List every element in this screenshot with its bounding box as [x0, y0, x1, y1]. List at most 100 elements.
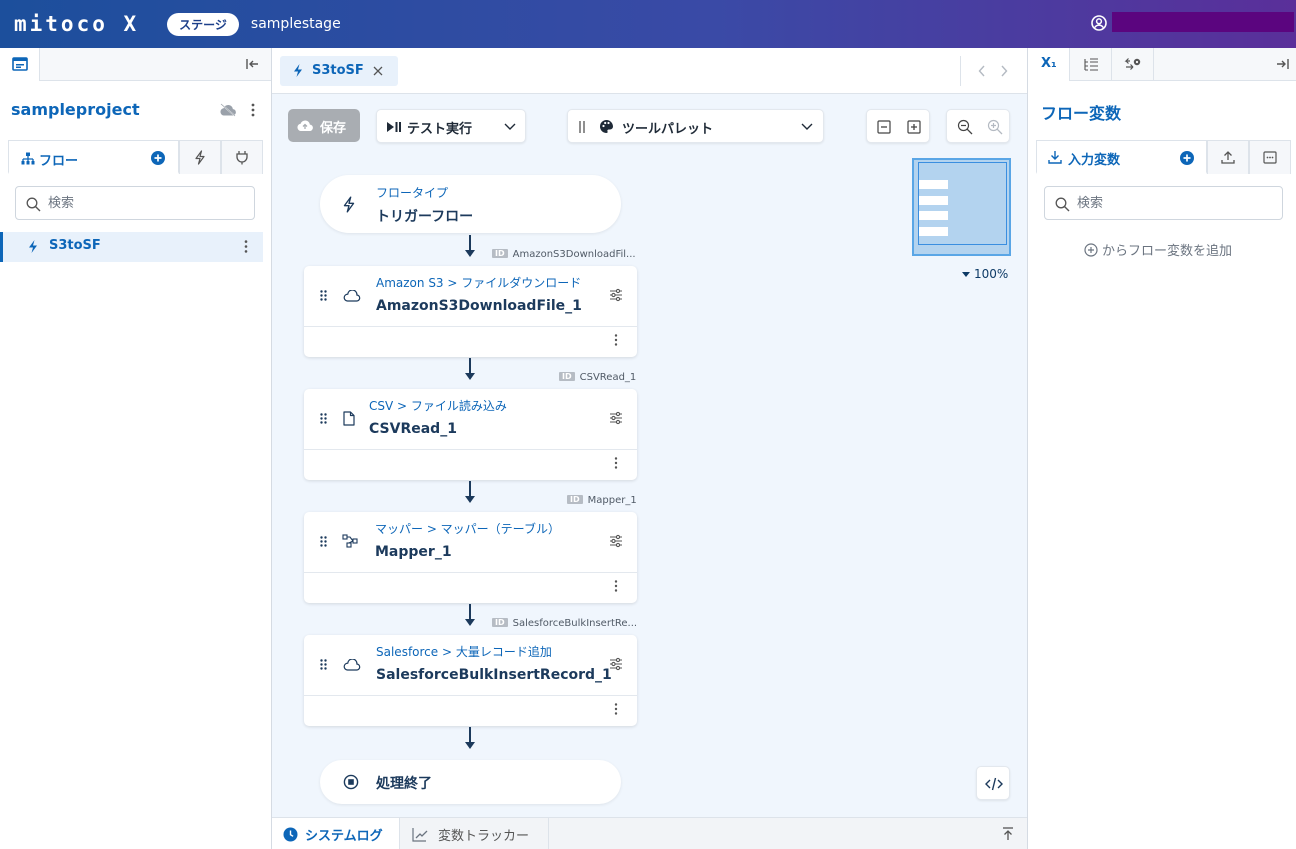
- node-settings-icon[interactable]: [609, 288, 623, 302]
- tab-other-variables[interactable]: [1249, 140, 1291, 174]
- node-menu-icon[interactable]: [614, 703, 618, 715]
- expand-all-icon[interactable]: [907, 120, 921, 134]
- editor-tab-s3tosf[interactable]: S3toSF: [280, 56, 398, 86]
- upload-icon: [1221, 150, 1235, 164]
- search-icon: [26, 197, 41, 212]
- end-node-title: 処理終了: [376, 776, 432, 792]
- flow-minimap[interactable]: [912, 158, 1011, 256]
- drag-grip-icon[interactable]: [320, 536, 327, 547]
- stage-badge: ステージ: [167, 12, 239, 36]
- flow-tree-icon: [21, 152, 35, 165]
- collapse-right-icon[interactable]: [1275, 58, 1289, 70]
- ellipsis-box-icon: [1263, 151, 1277, 164]
- node-menu-icon[interactable]: [614, 457, 618, 469]
- zoom-out-icon[interactable]: [957, 119, 973, 135]
- trigger-bolt-icon: [342, 196, 356, 213]
- tab-flow-variables[interactable]: X₁: [1028, 48, 1070, 81]
- chevron-down-icon[interactable]: [801, 123, 813, 131]
- flow-node-card[interactable]: Amazon S3 > ファイルダウンロード AmazonS3DownloadF…: [304, 266, 637, 357]
- project-menu-icon[interactable]: [251, 103, 255, 117]
- tabbar-divider: [960, 56, 961, 86]
- id-badge-icon: ID: [567, 495, 583, 504]
- add-flow-variable-link[interactable]: からフロー変数を追加: [1084, 240, 1232, 259]
- id-badge-icon: ID: [492, 249, 508, 258]
- tab-input-variables[interactable]: 入力変数: [1036, 140, 1207, 174]
- collapse-left-icon[interactable]: [246, 58, 260, 70]
- tab-connections[interactable]: [221, 140, 263, 174]
- flow-start-node[interactable]: フロータイプ トリガーフロー: [320, 175, 621, 233]
- tool-palette-button[interactable]: ツールパレット: [567, 109, 824, 143]
- app-logo[interactable]: mitoco X: [14, 12, 139, 36]
- tab-input-variables-label: 入力変数: [1068, 153, 1121, 168]
- chevron-down-icon[interactable]: [504, 123, 516, 131]
- flow-arrow: [465, 619, 475, 626]
- variable-search-box: [1044, 186, 1283, 220]
- zoom-level-dropdown[interactable]: 100%: [962, 267, 1008, 281]
- flow-end-node[interactable]: 処理終了: [320, 760, 621, 804]
- test-run-button[interactable]: テスト実行: [376, 109, 526, 143]
- add-input-variable-icon[interactable]: [1180, 151, 1194, 165]
- cloud-sync-icon[interactable]: [219, 103, 237, 117]
- drag-handle-icon[interactable]: [579, 121, 585, 133]
- drag-grip-icon[interactable]: [320, 290, 327, 301]
- tab-mapping[interactable]: [1112, 48, 1154, 81]
- flow-list-item[interactable]: S3toSF: [0, 232, 263, 262]
- project-explorer-tab[interactable]: [0, 48, 40, 81]
- tab-variable-tracker[interactable]: 変数トラッカー: [400, 818, 549, 849]
- node-id-label: ID CSVRead_1: [559, 372, 636, 383]
- node-subtitle: CSV > ファイル読み込み: [369, 399, 507, 413]
- cloud-icon: [343, 290, 361, 302]
- right-panel-tabbar: X₁: [1028, 48, 1296, 81]
- tab-flow[interactable]: フロー: [8, 140, 179, 174]
- tab-structure[interactable]: [1070, 48, 1112, 81]
- variable-search-input[interactable]: [1077, 187, 1274, 219]
- stage-name[interactable]: samplestage: [251, 16, 341, 32]
- flow-arrow: [465, 742, 475, 749]
- tab-system-log[interactable]: システムログ: [272, 818, 400, 849]
- flow-node-card[interactable]: CSV > ファイル読み込み CSVRead_1: [304, 389, 637, 480]
- stop-circle-icon: [343, 774, 359, 790]
- flow-connector: [469, 727, 471, 743]
- user-account-icon[interactable]: [1090, 14, 1108, 32]
- node-settings-icon[interactable]: [609, 411, 623, 425]
- collapse-all-icon[interactable]: [877, 120, 891, 134]
- minimap-viewport[interactable]: [918, 162, 1007, 245]
- tab-triggers[interactable]: [179, 140, 221, 174]
- tab-output-variables[interactable]: [1207, 140, 1249, 174]
- trigger-bolt-icon: [27, 239, 39, 254]
- code-view-button[interactable]: [976, 766, 1010, 800]
- flow-arrow: [465, 373, 475, 380]
- flow-node-card[interactable]: Salesforce > 大量レコード追加 SalesforceBulkInse…: [304, 635, 637, 726]
- tab-system-log-label: システムログ: [305, 829, 383, 844]
- zoom-in-icon[interactable]: [987, 119, 1003, 135]
- chevron-right-icon[interactable]: [1000, 65, 1008, 77]
- add-flow-icon[interactable]: [151, 151, 165, 165]
- flow-search-input[interactable]: [48, 187, 246, 219]
- flow-item-menu-icon[interactable]: [244, 240, 248, 253]
- close-tab-icon[interactable]: [373, 66, 383, 76]
- flow-connector: [469, 481, 471, 497]
- right-panel: X₁ フロー変数 入力変数 検索 からフロー変数を追加: [1027, 48, 1296, 849]
- palette-icon: [599, 119, 614, 134]
- user-name-redacted[interactable]: [1112, 12, 1294, 32]
- node-subtitle: マッパー > マッパー（テーブル）: [375, 522, 560, 536]
- flow-connector: [469, 235, 471, 251]
- node-settings-icon[interactable]: [609, 534, 623, 548]
- flow-node-card[interactable]: マッパー > マッパー（テーブル） Mapper_1: [304, 512, 637, 603]
- drag-grip-icon[interactable]: [320, 659, 327, 670]
- drag-grip-icon[interactable]: [320, 413, 327, 424]
- chevron-left-icon[interactable]: [978, 65, 986, 77]
- node-menu-icon[interactable]: [614, 580, 618, 592]
- start-node-title: トリガーフロー: [376, 209, 474, 225]
- node-settings-icon[interactable]: [609, 657, 623, 671]
- flow-editor: S3toSF 保存 テスト実行 ツールパレット 100% フロータイプ トリガー…: [272, 48, 1027, 849]
- expand-panel-icon[interactable]: [1002, 827, 1014, 841]
- editor-tabbar: S3toSF: [272, 48, 1027, 94]
- mapper-icon: [342, 534, 358, 548]
- flow-search-box: [15, 186, 255, 220]
- plug-icon: [235, 150, 249, 165]
- save-button[interactable]: 保存: [288, 109, 360, 142]
- zoom-level: 100%: [974, 267, 1009, 281]
- editor-tab-label: S3toSF: [312, 63, 364, 78]
- node-menu-icon[interactable]: [614, 334, 618, 346]
